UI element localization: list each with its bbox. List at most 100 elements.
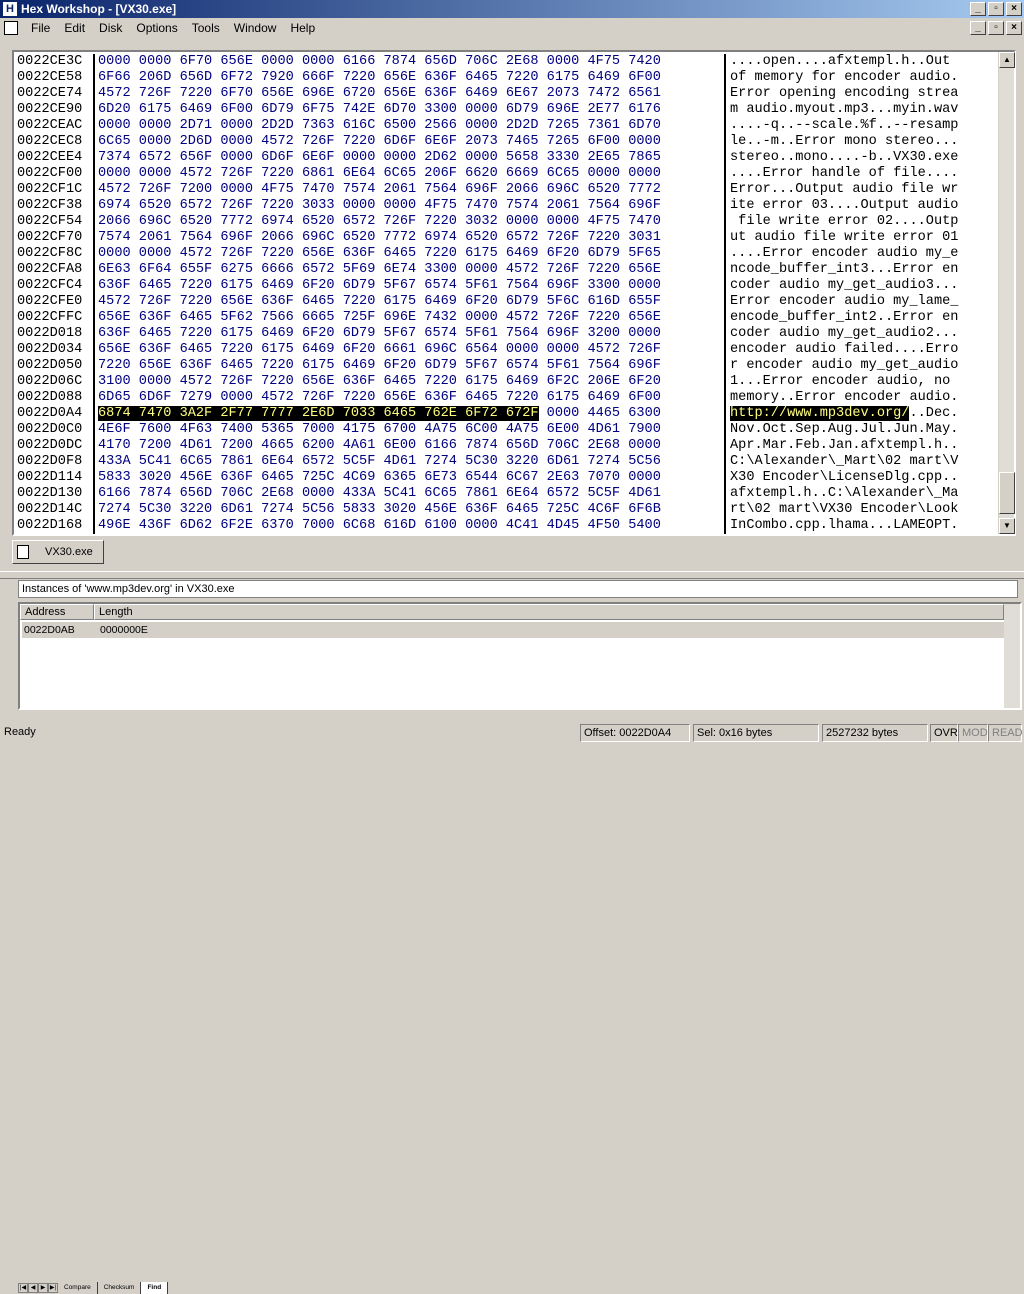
hex-row[interactable]: 0022D088 6D65 6D6F 7279 0000 4572 726F 72… (17, 390, 984, 406)
hex-editor[interactable]: 0022CE3C 0000 0000 6F70 656E 0000 0000 61… (12, 50, 1016, 536)
row-ascii[interactable]: Apr.Mar.Feb.Jan.afxtempl.h.. (730, 438, 984, 454)
row-ascii[interactable]: ut audio file write error 01 (730, 230, 984, 246)
hex-row[interactable]: 0022CF54 2066 696C 6520 7772 6974 6520 65… (17, 214, 984, 230)
menu-edit[interactable]: Edit (57, 18, 92, 38)
row-ascii[interactable]: m audio.myout.mp3...myin.wav (730, 102, 984, 118)
row-hex-bytes[interactable]: 636F 6465 7220 6175 6469 6F20 6D79 5F67 … (98, 326, 724, 342)
first-tab-icon[interactable]: |◀ (18, 1283, 28, 1293)
tab-compare[interactable]: Compare (58, 1282, 98, 1294)
hex-row[interactable]: 0022D0C0 4E6F 7600 4F63 7400 5365 7000 41… (17, 422, 984, 438)
hex-row[interactable]: 0022D0DC 4170 7200 4D61 7200 4665 6200 4A… (17, 438, 984, 454)
hex-row[interactable]: 0022D14C 7274 5C30 3220 6D61 7274 5C56 58… (17, 502, 984, 518)
row-hex-bytes[interactable]: 7220 656E 636F 6465 7220 6175 6469 6F20 … (98, 358, 724, 374)
hex-row[interactable]: 0022CFE0 4572 726F 7220 656E 636F 6465 72… (17, 294, 984, 310)
row-hex-bytes[interactable]: 4E6F 7600 4F63 7400 5365 7000 4175 6700 … (98, 422, 724, 438)
selected-hex-bytes[interactable]: 6874 7470 3A2F 2F77 7777 2E6D 7033 6465 … (98, 406, 539, 421)
hex-row[interactable]: 0022D130 6166 7874 656D 706C 2E68 0000 43… (17, 486, 984, 502)
row-ascii[interactable]: of memory for encoder audio. (730, 70, 984, 86)
tab-checksum[interactable]: Checksum (98, 1282, 142, 1294)
results-list[interactable]: Address Length 0022D0AB 0000000E (18, 602, 1022, 710)
hex-row[interactable]: 0022CEAC 0000 0000 2D71 0000 2D2D 7363 61… (17, 118, 984, 134)
row-ascii[interactable]: ....open....afxtempl.h..Out (730, 54, 984, 70)
row-ascii[interactable]: ncode_buffer_int3...Error en (730, 262, 984, 278)
next-tab-icon[interactable]: ▶ (38, 1283, 48, 1293)
hex-row[interactable]: 0022CFC4 636F 6465 7220 6175 6469 6F20 6D… (17, 278, 984, 294)
vertical-scrollbar[interactable]: ▲ ▼ (998, 52, 1015, 534)
hex-row[interactable]: 0022CFA8 6E63 6F64 655F 6275 6666 6572 5F… (17, 262, 984, 278)
row-ascii[interactable]: encoder audio failed....Erro (730, 342, 984, 358)
hex-row[interactable]: 0022D06C 3100 0000 4572 726F 7220 656E 63… (17, 374, 984, 390)
hex-row[interactable]: 0022D0F8 433A 5C41 6C65 7861 6E64 6572 5C… (17, 454, 984, 470)
menu-window[interactable]: Window (227, 18, 284, 38)
row-ascii[interactable]: stereo..mono....-b..VX30.exe (730, 150, 984, 166)
row-ascii[interactable]: memory..Error encoder audio. (730, 390, 984, 406)
results-scrollbar[interactable] (1004, 604, 1020, 708)
row-hex-bytes[interactable]: 6E63 6F64 655F 6275 6666 6572 5F69 6E74 … (98, 262, 724, 278)
row-ascii[interactable]: le..-m..Error mono stereo... (730, 134, 984, 150)
hex-row[interactable]: 0022CF70 7574 2061 7564 696F 2066 696C 65… (17, 230, 984, 246)
row-hex-bytes[interactable]: 7574 2061 7564 696F 2066 696C 6520 7772 … (98, 230, 724, 246)
row-ascii[interactable]: ....Error handle of file.... (730, 166, 984, 182)
row-ascii[interactable]: encode_buffer_int2..Error en (730, 310, 984, 326)
row-ascii[interactable]: Error encoder audio my_lame_ (730, 294, 984, 310)
row-hex-bytes[interactable]: 6D65 6D6F 7279 0000 4572 726F 7220 656E … (98, 390, 724, 406)
hex-row[interactable]: 0022D114 5833 3020 456E 636F 6465 725C 4C… (17, 470, 984, 486)
maximize-button[interactable]: ▫ (988, 2, 1004, 16)
row-ascii[interactable]: Error...Output audio file wr (730, 182, 984, 198)
hex-row[interactable]: 0022CF8C 0000 0000 4572 726F 7220 656E 63… (17, 246, 984, 262)
scroll-up-arrow-icon[interactable]: ▲ (999, 52, 1015, 68)
row-hex-bytes[interactable]: 656E 636F 6465 5F62 7566 6665 725F 696E … (98, 310, 724, 326)
prev-tab-icon[interactable]: ◀ (28, 1283, 38, 1293)
selected-ascii[interactable]: http://www.mp3dev.org/ (730, 406, 910, 421)
row-ascii[interactable]: InCombo.cpp.lhama...LAMEOPT. (730, 518, 984, 534)
minimize-button[interactable]: _ (970, 2, 986, 16)
hex-row[interactable]: 0022D0A4 6874 7470 3A2F 2F77 7777 2E6D 70… (17, 406, 984, 422)
menu-help[interactable]: Help (283, 18, 322, 38)
column-length[interactable]: Length (94, 604, 1004, 620)
hex-row[interactable]: 0022D050 7220 656E 636F 6465 7220 6175 64… (17, 358, 984, 374)
hex-row[interactable]: 0022CFFC 656E 636F 6465 5F62 7566 6665 72… (17, 310, 984, 326)
doc-minimize-button[interactable]: _ (970, 21, 986, 35)
row-hex-bytes[interactable]: 6974 6520 6572 726F 7220 3033 0000 0000 … (98, 198, 724, 214)
menu-disk[interactable]: Disk (92, 18, 129, 38)
row-hex-bytes[interactable]: 6F66 206D 656D 6F72 7920 666F 7220 656E … (98, 70, 724, 86)
row-hex-bytes[interactable]: 0000 0000 4572 726F 7220 6861 6E64 6C65 … (98, 166, 724, 182)
hex-row[interactable]: 0022CF1C 4572 726F 7200 0000 4F75 7470 75… (17, 182, 984, 198)
row-hex-bytes[interactable]: 0000 0000 4572 726F 7220 656E 636F 6465 … (98, 246, 724, 262)
hex-row[interactable]: 0022CEC8 6C65 0000 2D6D 0000 4572 726F 72… (17, 134, 984, 150)
scroll-down-arrow-icon[interactable]: ▼ (999, 518, 1015, 534)
row-ascii[interactable]: afxtempl.h..C:\Alexander\_Ma (730, 486, 984, 502)
row-ascii[interactable]: ....Error encoder audio my_e (730, 246, 984, 262)
row-hex-bytes[interactable]: 656E 636F 6465 7220 6175 6469 6F20 6661 … (98, 342, 724, 358)
row-hex-bytes[interactable]: 636F 6465 7220 6175 6469 6F20 6D79 5F67 … (98, 278, 724, 294)
row-hex-bytes[interactable]: 6166 7874 656D 706C 2E68 0000 433A 5C41 … (98, 486, 724, 502)
hex-row[interactable]: 0022CE90 6D20 6175 6469 6F00 6D79 6F75 74… (17, 102, 984, 118)
row-hex-bytes[interactable]: 0000 0000 2D71 0000 2D2D 7363 616C 6500 … (98, 118, 724, 134)
row-hex-bytes[interactable]: 7374 6572 656F 0000 6D6F 6E6F 0000 0000 … (98, 150, 724, 166)
row-ascii[interactable]: file write error 02....Outp (730, 214, 984, 230)
row-hex-bytes[interactable]: 6874 7470 3A2F 2F77 7777 2E6D 7033 6465 … (98, 406, 724, 422)
row-hex-bytes[interactable]: 496E 436F 6D62 6F2E 6370 7000 6C68 616D … (98, 518, 724, 534)
row-hex-bytes[interactable]: 6C65 0000 2D6D 0000 4572 726F 7220 6D6F … (98, 134, 724, 150)
menu-options[interactable]: Options (129, 18, 184, 38)
row-hex-bytes[interactable]: 0000 0000 6F70 656E 0000 0000 6166 7874 … (98, 54, 724, 70)
hex-row[interactable]: 0022D018 636F 6465 7220 6175 6469 6F20 6D… (17, 326, 984, 342)
row-hex-bytes[interactable]: 7274 5C30 3220 6D61 7274 5C56 5833 3020 … (98, 502, 724, 518)
result-row[interactable]: 0022D0AB 0000000E (22, 622, 1004, 638)
row-hex-bytes[interactable]: 4572 726F 7200 0000 4F75 7470 7574 2061 … (98, 182, 724, 198)
hex-row[interactable]: 0022CF38 6974 6520 6572 726F 7220 3033 00… (17, 198, 984, 214)
row-ascii[interactable]: Error opening encoding strea (730, 86, 984, 102)
row-ascii[interactable]: http://www.mp3dev.org/..Dec. (730, 406, 984, 422)
row-ascii[interactable]: ite error 03....Output audio (730, 198, 984, 214)
last-tab-icon[interactable]: ▶| (48, 1283, 58, 1293)
row-hex-bytes[interactable]: 4170 7200 4D61 7200 4665 6200 4A61 6E00 … (98, 438, 724, 454)
doc-restore-button[interactable]: ▫ (988, 21, 1004, 35)
hex-row[interactable]: 0022CE3C 0000 0000 6F70 656E 0000 0000 61… (17, 54, 984, 70)
tab-find[interactable]: Find (141, 1282, 169, 1294)
doc-close-button[interactable]: × (1006, 21, 1022, 35)
row-ascii[interactable]: 1...Error encoder audio, no (730, 374, 984, 390)
hex-row[interactable]: 0022D168 496E 436F 6D62 6F2E 6370 7000 6C… (17, 518, 984, 534)
menu-file[interactable]: File (24, 18, 57, 38)
menu-tools[interactable]: Tools (185, 18, 227, 38)
row-hex-bytes[interactable]: 4572 726F 7220 6F70 656E 696E 6720 656E … (98, 86, 724, 102)
